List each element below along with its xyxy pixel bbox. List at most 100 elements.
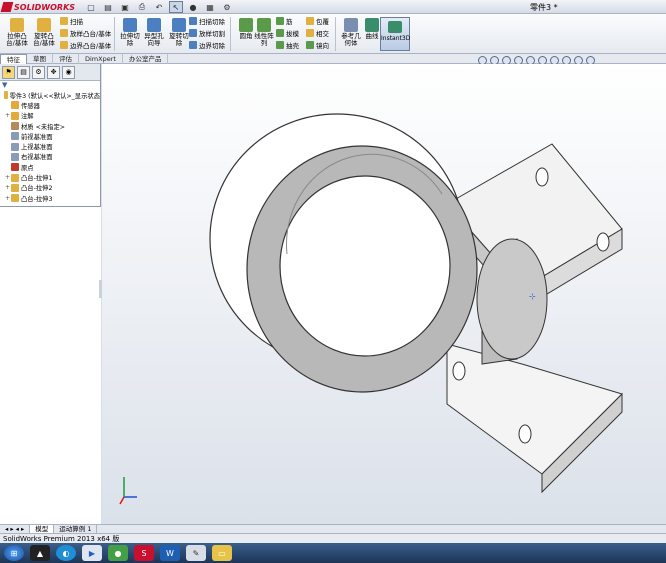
- mirror-button[interactable]: 镜向: [306, 40, 329, 50]
- tree-item[interactable]: + 凸台-拉伸3: [0, 193, 100, 203]
- linear-pattern-label-2: 列: [260, 39, 268, 47]
- extrude-cut-button[interactable]: 拉伸切 除: [117, 16, 143, 52]
- revolve-cut-icon: [172, 18, 186, 32]
- ribbon-separator: [230, 17, 231, 51]
- tree-root[interactable]: 零件3 (默认<<默认>_显示状态: [0, 90, 100, 100]
- mirror-icon: [306, 41, 314, 49]
- hole-wizard-button[interactable]: 异型孔 向导: [141, 16, 167, 52]
- wrap-button[interactable]: 包覆: [306, 16, 329, 26]
- revolve-boss-button[interactable]: 旋转凸 台/基体: [31, 16, 57, 52]
- boundary-cut-button[interactable]: 边界切除: [189, 40, 225, 50]
- tree-item-label: 传感器: [21, 102, 40, 110]
- tree-item[interactable]: 原点: [0, 162, 100, 172]
- swept-cut-button[interactable]: 扫描切除: [189, 16, 225, 26]
- tree-expander[interactable]: +: [4, 195, 11, 202]
- media-player-icon[interactable]: ▲: [30, 545, 50, 561]
- solidworks-taskbar-icon[interactable]: S: [134, 545, 154, 561]
- sweep-icon: [60, 17, 68, 25]
- wrap-icon: [306, 17, 314, 25]
- neck-cylinder-face: [476, 238, 548, 360]
- start-button-icon[interactable]: ⊞: [4, 545, 24, 561]
- shell-button[interactable]: 抽壳: [276, 40, 299, 50]
- file-properties-icon[interactable]: ▦: [203, 1, 217, 13]
- command-manager: 拉伸凸 台/基体 旋转凸 台/基体 扫描 放样凸台/基体 边界凸台/基体 拉伸切…: [0, 14, 666, 54]
- property-manager-tab-icon[interactable]: ▤: [17, 65, 30, 79]
- tab-sketch[interactable]: 草图: [27, 54, 53, 64]
- configuration-manager-tab-icon[interactable]: ⚙: [32, 65, 45, 79]
- tab-evaluate[interactable]: 评估: [53, 54, 79, 64]
- boundary-boss-button[interactable]: 边界凸台/基体: [60, 40, 111, 50]
- tree-item-label: 凸台-拉伸1: [21, 175, 53, 183]
- shell-label: 抽壳: [286, 42, 299, 50]
- bolt-hole: [452, 361, 466, 381]
- intersect-label: 相交: [316, 30, 329, 38]
- undo-icon[interactable]: ↶: [152, 1, 166, 13]
- select-cursor-icon[interactable]: ↖: [169, 1, 183, 13]
- title-bar: SOLIDWORKS ▢ ▤ ▣ ⎙ ↶ ↖ ● ▦ ⚙ 零件3 *: [0, 0, 666, 14]
- sweep-label: 扫描: [70, 18, 83, 26]
- draft-button[interactable]: 拔模: [276, 28, 299, 38]
- windows-taskbar: ⊞ ▲ ◐ ▶ ● S W ✎ ▭: [0, 543, 666, 563]
- tree-item[interactable]: + 凸台-拉伸2: [0, 183, 100, 193]
- tree-item-label: 材质 <未指定>: [21, 123, 66, 131]
- part-model-3d[interactable]: ⊹: [102, 64, 666, 524]
- word-icon[interactable]: W: [160, 545, 180, 561]
- tab-office-products[interactable]: 办公室产品: [123, 54, 169, 64]
- instant3d-button[interactable]: Instant3D: [380, 17, 410, 51]
- solidworks-logo[interactable]: SOLIDWORKS: [0, 1, 75, 13]
- extrude-cut-icon: [123, 18, 137, 32]
- tab-features[interactable]: 特征: [0, 54, 27, 64]
- flange-lower-face: [446, 343, 623, 475]
- options-icon[interactable]: ⚙: [220, 1, 234, 13]
- draft-icon: [276, 29, 284, 37]
- browser-icon[interactable]: ◐: [56, 545, 76, 561]
- linear-pattern-button[interactable]: 线性阵 列: [251, 16, 277, 52]
- dimxpert-manager-tab-icon[interactable]: ✥: [47, 65, 60, 79]
- graphics-area[interactable]: ⊹: [102, 64, 666, 524]
- tree-expander[interactable]: +: [4, 174, 11, 181]
- rib-icon: [276, 17, 284, 25]
- feature-manager-tab-icon[interactable]: ⚑: [2, 65, 15, 79]
- extrude-boss-button[interactable]: 拉伸凸 台/基体: [4, 16, 30, 52]
- tree-item[interactable]: + 注解: [0, 111, 100, 121]
- app-icon[interactable]: ●: [108, 545, 128, 561]
- player-icon[interactable]: ▶: [82, 545, 102, 561]
- tree-item-label: 右视基准面: [21, 154, 53, 162]
- new-doc-icon[interactable]: ▢: [84, 1, 98, 13]
- curves-icon: [365, 18, 379, 32]
- revolve-boss-label-2: 台/基体: [33, 39, 55, 47]
- tree-item[interactable]: + 凸台-拉伸1: [0, 172, 100, 182]
- intersect-button[interactable]: 相交: [306, 28, 329, 38]
- instant3d-icon: [388, 21, 402, 33]
- rib-button[interactable]: 筋: [276, 16, 293, 26]
- feature-manager-panel: ⚑ ▤ ⚙ ✥ ◉ ▼ 零件3 (默认<<默认>_显示状态 传感器 + 注解 材质…: [0, 64, 101, 524]
- sweep-button[interactable]: 扫描: [60, 16, 83, 26]
- plane-icon: [11, 142, 19, 151]
- ribbon-separator: [114, 17, 115, 51]
- print-icon[interactable]: ⎙: [135, 1, 149, 13]
- extrude-boss-label-2: 台/基体: [6, 39, 28, 47]
- tree-item[interactable]: 右视基准面: [0, 152, 100, 162]
- loft-boss-button[interactable]: 放样凸台/基体: [60, 28, 111, 38]
- folder-icon[interactable]: ▭: [212, 545, 232, 561]
- filter-icon[interactable]: ▼: [0, 81, 100, 90]
- tree-item[interactable]: 前视基准面: [0, 131, 100, 141]
- tools-icon[interactable]: ✎: [186, 545, 206, 561]
- display-manager-tab-icon[interactable]: ◉: [62, 65, 75, 79]
- tree-item[interactable]: 上视基准面: [0, 141, 100, 151]
- tab-dimxpert[interactable]: DimXpert: [79, 54, 123, 64]
- tree-item[interactable]: 传感器: [0, 100, 100, 110]
- sensors-icon: [11, 101, 19, 110]
- wrap-label: 包覆: [316, 18, 329, 26]
- tree-expander[interactable]: +: [4, 184, 11, 191]
- open-folder-icon[interactable]: ▤: [101, 1, 115, 13]
- lofted-cut-button[interactable]: 放样切割: [189, 28, 225, 38]
- boundary-boss-icon: [60, 41, 68, 49]
- tree-item[interactable]: 材质 <未指定>: [0, 121, 100, 131]
- feature-manager-blank-area: [0, 206, 101, 524]
- tree-expander[interactable]: +: [4, 112, 11, 119]
- save-icon[interactable]: ▣: [118, 1, 132, 13]
- rebuild-icon[interactable]: ●: [186, 1, 200, 13]
- extrude-feature-icon: [11, 194, 19, 203]
- extrude-feature-icon: [11, 173, 19, 182]
